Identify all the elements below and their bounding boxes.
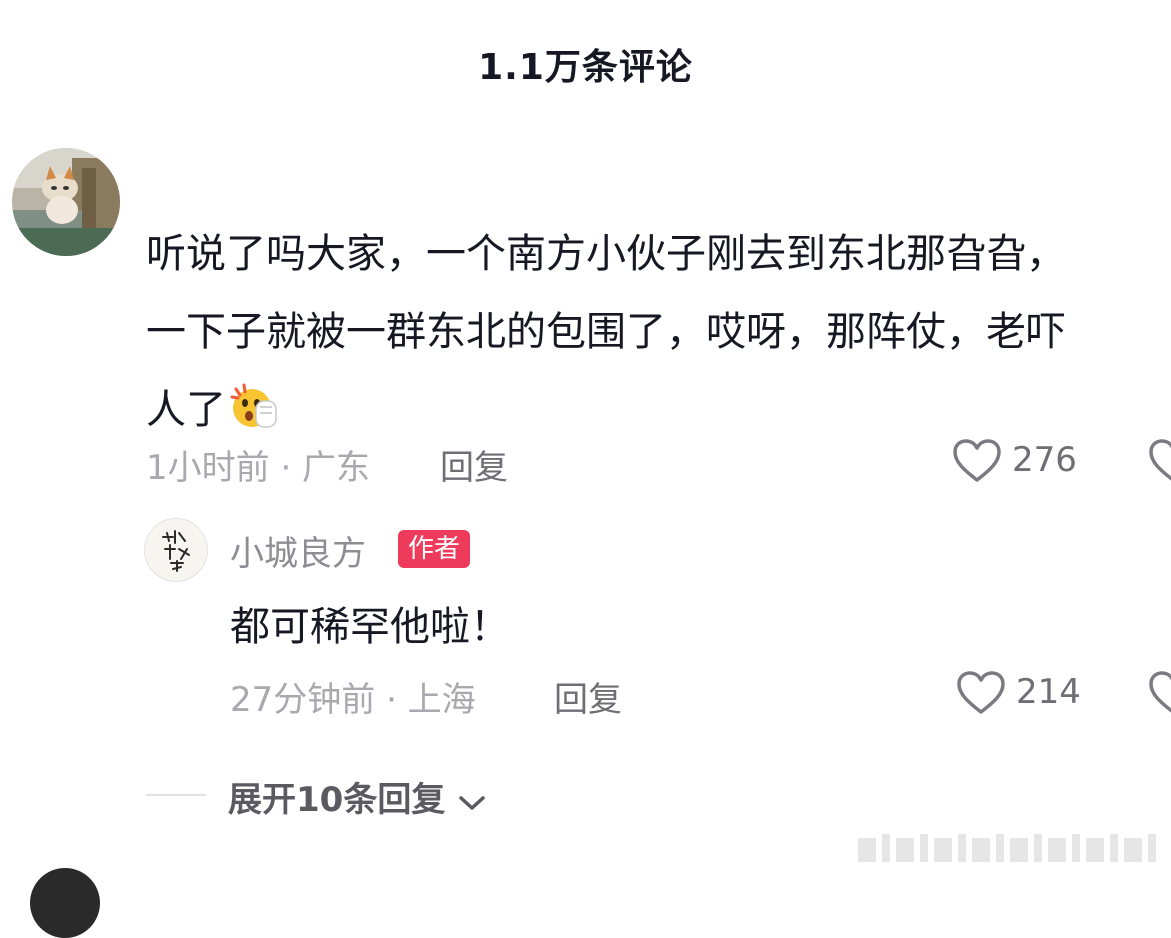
comment-reply-button[interactable]: 回复 <box>440 440 508 489</box>
shocked-face-emoji-icon <box>230 377 280 428</box>
commenter-avatar[interactable] <box>12 148 120 256</box>
comments-count-title: 1.1万条评论 <box>478 47 693 88</box>
reply-text: 都可稀罕他啦！ <box>230 604 510 650</box>
expand-divider <box>146 794 206 796</box>
comment-dislike-icon[interactable] <box>1148 438 1171 488</box>
reply-like-icon[interactable] <box>956 670 1006 720</box>
comment-body: 听说了吗大家，一个南方小伙子刚去到东北那旮旮， 一下子就被一群东北的包围了，哎呀… <box>146 231 1066 433</box>
comment-time-location: 1小时前 · 广东 <box>146 448 371 488</box>
next-comment-avatar[interactable] <box>30 868 100 938</box>
reply-time-location: 27分钟前 · 上海 <box>230 680 476 720</box>
comment-text: 听说了吗大家，一个南方小伙子刚去到东北那旮旮， 一下子就被一群东北的包围了，哎呀… <box>146 215 1171 449</box>
expand-replies-label: 展开10条回复 <box>228 780 446 820</box>
reply-author-avatar[interactable] <box>144 518 208 582</box>
chevron-down-icon <box>457 782 487 822</box>
author-badge: 作者 <box>398 530 471 568</box>
expand-replies-button[interactable]: 展开10条回复 <box>228 772 487 822</box>
cat-avatar-icon <box>12 148 120 256</box>
comment-like-icon[interactable] <box>952 438 1002 488</box>
calligraphy-avatar-icon <box>145 519 207 581</box>
reply-author-name[interactable]: 小城良方 <box>230 526 366 575</box>
watermark-icon <box>858 830 1168 866</box>
reply-reply-button[interactable]: 回复 <box>554 672 622 721</box>
reply-dislike-icon[interactable] <box>1148 670 1171 720</box>
reply-like-count: 214 <box>1016 672 1081 712</box>
comment-like-count: 276 <box>1012 440 1077 480</box>
